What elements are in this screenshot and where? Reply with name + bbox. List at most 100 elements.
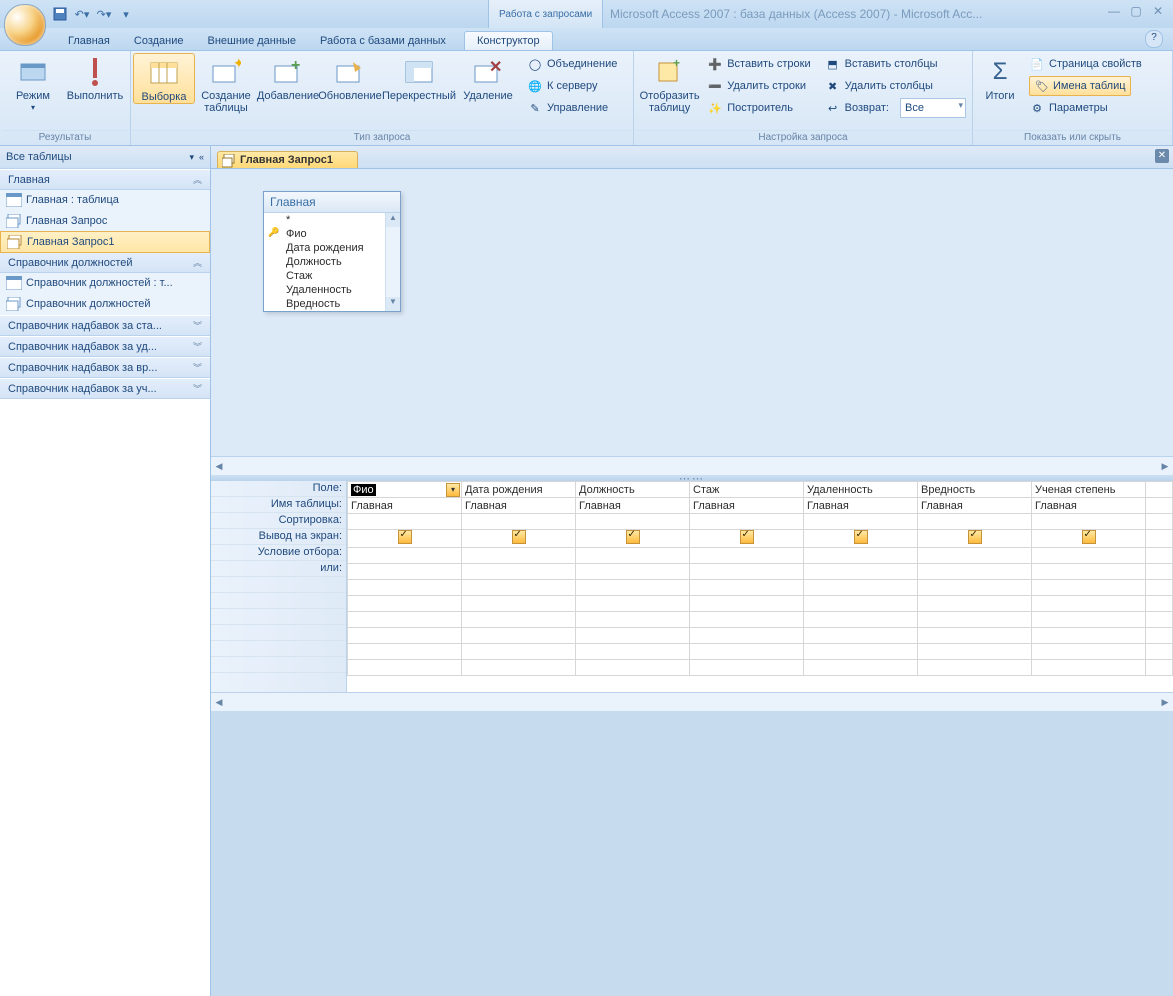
- grid-cell[interactable]: Должность: [576, 482, 690, 498]
- grid-cell[interactable]: [1146, 548, 1173, 564]
- grid-cell[interactable]: [1146, 596, 1173, 612]
- grid-cell[interactable]: [918, 612, 1032, 628]
- grid-cell[interactable]: [462, 612, 576, 628]
- totals-button[interactable]: ΣИтоги: [975, 53, 1025, 102]
- nav-group-main[interactable]: Главная︽: [0, 169, 210, 190]
- grid-cell[interactable]: [1032, 548, 1146, 564]
- grid-cell[interactable]: [1032, 596, 1146, 612]
- grid-cell[interactable]: [348, 580, 462, 596]
- grid-cell[interactable]: [804, 548, 918, 564]
- append-button[interactable]: +Добавление: [257, 53, 319, 102]
- grid-cell[interactable]: [918, 596, 1032, 612]
- design-surface[interactable]: Главная * Фио Дата рождения Должность Ст…: [211, 169, 1173, 456]
- scroll-right-icon[interactable]: ▶: [1157, 461, 1173, 472]
- grid-cell[interactable]: [348, 644, 462, 660]
- grid-hscroll[interactable]: ◀▶: [211, 692, 1173, 711]
- grid-cell[interactable]: [576, 628, 690, 644]
- select-query-button[interactable]: Выборка: [133, 53, 195, 104]
- grid-cell[interactable]: [348, 548, 462, 564]
- grid-cell[interactable]: Вредность: [918, 482, 1032, 498]
- nav-group-sta[interactable]: Справочник надбавок за ста...︾: [0, 315, 210, 336]
- checkbox-icon[interactable]: [512, 530, 526, 544]
- grid-cell[interactable]: [804, 596, 918, 612]
- grid-cell[interactable]: [462, 628, 576, 644]
- grid-cell[interactable]: [462, 514, 576, 530]
- checkbox-icon[interactable]: [854, 530, 868, 544]
- run-button[interactable]: Выполнить: [64, 53, 126, 102]
- builder-button[interactable]: ✨Построитель: [703, 97, 814, 119]
- grid-cell[interactable]: [462, 580, 576, 596]
- grid-cell[interactable]: [1146, 482, 1173, 498]
- save-icon[interactable]: [52, 6, 68, 22]
- grid-cell[interactable]: [804, 580, 918, 596]
- grid-cell[interactable]: Главная: [918, 498, 1032, 514]
- grid-cell[interactable]: [348, 612, 462, 628]
- grid-cell[interactable]: [804, 628, 918, 644]
- update-button[interactable]: Обновление: [319, 53, 381, 102]
- grid-cell[interactable]: [576, 530, 690, 548]
- grid-cell[interactable]: [1146, 514, 1173, 530]
- delete-button[interactable]: ✕Удаление: [457, 53, 519, 102]
- grid-cell[interactable]: [804, 514, 918, 530]
- checkbox-icon[interactable]: [968, 530, 982, 544]
- tab-create[interactable]: Создание: [122, 32, 196, 50]
- parameters-button[interactable]: ⚙Параметры: [1025, 97, 1146, 119]
- grid-cell[interactable]: [576, 514, 690, 530]
- grid-cell[interactable]: [462, 530, 576, 548]
- grid-cell[interactable]: Главная: [804, 498, 918, 514]
- table-box[interactable]: Главная * Фио Дата рождения Должность Ст…: [263, 191, 401, 312]
- grid-cell[interactable]: [1146, 564, 1173, 580]
- nav-item-query0[interactable]: Главная Запрос: [0, 211, 210, 232]
- nav-group-vr[interactable]: Справочник надбавок за вр...︾: [0, 357, 210, 378]
- grid-cell[interactable]: [690, 580, 804, 596]
- document-close-button[interactable]: ✕: [1155, 149, 1169, 163]
- make-table-button[interactable]: ✦Создание таблицы: [195, 53, 257, 114]
- grid-cell[interactable]: [348, 564, 462, 580]
- property-sheet-button[interactable]: 📄Страница свойств: [1025, 53, 1146, 75]
- grid-cell[interactable]: Главная: [576, 498, 690, 514]
- grid-cell[interactable]: [1146, 628, 1173, 644]
- grid-cell[interactable]: [576, 580, 690, 596]
- delete-rows-button[interactable]: ➖Удалить строки: [703, 75, 814, 97]
- grid-cell[interactable]: [1032, 580, 1146, 596]
- grid-cell[interactable]: [1146, 644, 1173, 660]
- grid-cell[interactable]: Главная: [690, 498, 804, 514]
- grid-cell[interactable]: [576, 644, 690, 660]
- field-item[interactable]: Дата рождения: [264, 241, 400, 255]
- grid-cell[interactable]: [462, 596, 576, 612]
- table-scrollbar[interactable]: ▲▼: [385, 213, 400, 311]
- scroll-right-icon[interactable]: ▶: [1157, 697, 1173, 708]
- nav-dropdown-icon[interactable]: ▾ «: [189, 152, 204, 163]
- checkbox-icon[interactable]: [398, 530, 412, 544]
- field-item[interactable]: *: [264, 213, 400, 227]
- checkbox-icon[interactable]: [1082, 530, 1096, 544]
- scroll-left-icon[interactable]: ◀: [211, 697, 227, 708]
- tab-external[interactable]: Внешние данные: [196, 32, 308, 50]
- grid-cell[interactable]: [918, 644, 1032, 660]
- grid-cell[interactable]: Ученая степень: [1032, 482, 1146, 498]
- insert-cols-button[interactable]: ⬒Вставить столбцы: [821, 53, 970, 75]
- checkbox-icon[interactable]: [626, 530, 640, 544]
- grid-cell[interactable]: [918, 628, 1032, 644]
- grid-cell[interactable]: [690, 564, 804, 580]
- grid-cell[interactable]: [1146, 580, 1173, 596]
- grid-cell[interactable]: [1146, 530, 1173, 548]
- grid-cell[interactable]: [462, 548, 576, 564]
- scroll-down-icon[interactable]: ▼: [386, 297, 400, 311]
- nav-item-pos-table[interactable]: Справочник должностей : т...: [0, 273, 210, 294]
- grid-cell[interactable]: [690, 644, 804, 660]
- grid-cell[interactable]: Фио▾: [348, 482, 462, 498]
- checkbox-icon[interactable]: [740, 530, 754, 544]
- field-item-key[interactable]: Фио: [264, 227, 400, 241]
- grid-cell[interactable]: [690, 548, 804, 564]
- grid-cell[interactable]: [576, 564, 690, 580]
- dropdown-icon[interactable]: ▾: [446, 483, 460, 497]
- grid-cell[interactable]: [1146, 612, 1173, 628]
- tab-home[interactable]: Главная: [56, 32, 122, 50]
- grid-cell[interactable]: [918, 548, 1032, 564]
- grid-cell[interactable]: [918, 660, 1032, 676]
- grid-cell[interactable]: [1032, 612, 1146, 628]
- grid-cell[interactable]: [1032, 530, 1146, 548]
- tab-design[interactable]: Конструктор: [464, 31, 553, 50]
- nav-item-pos[interactable]: Справочник должностей: [0, 294, 210, 315]
